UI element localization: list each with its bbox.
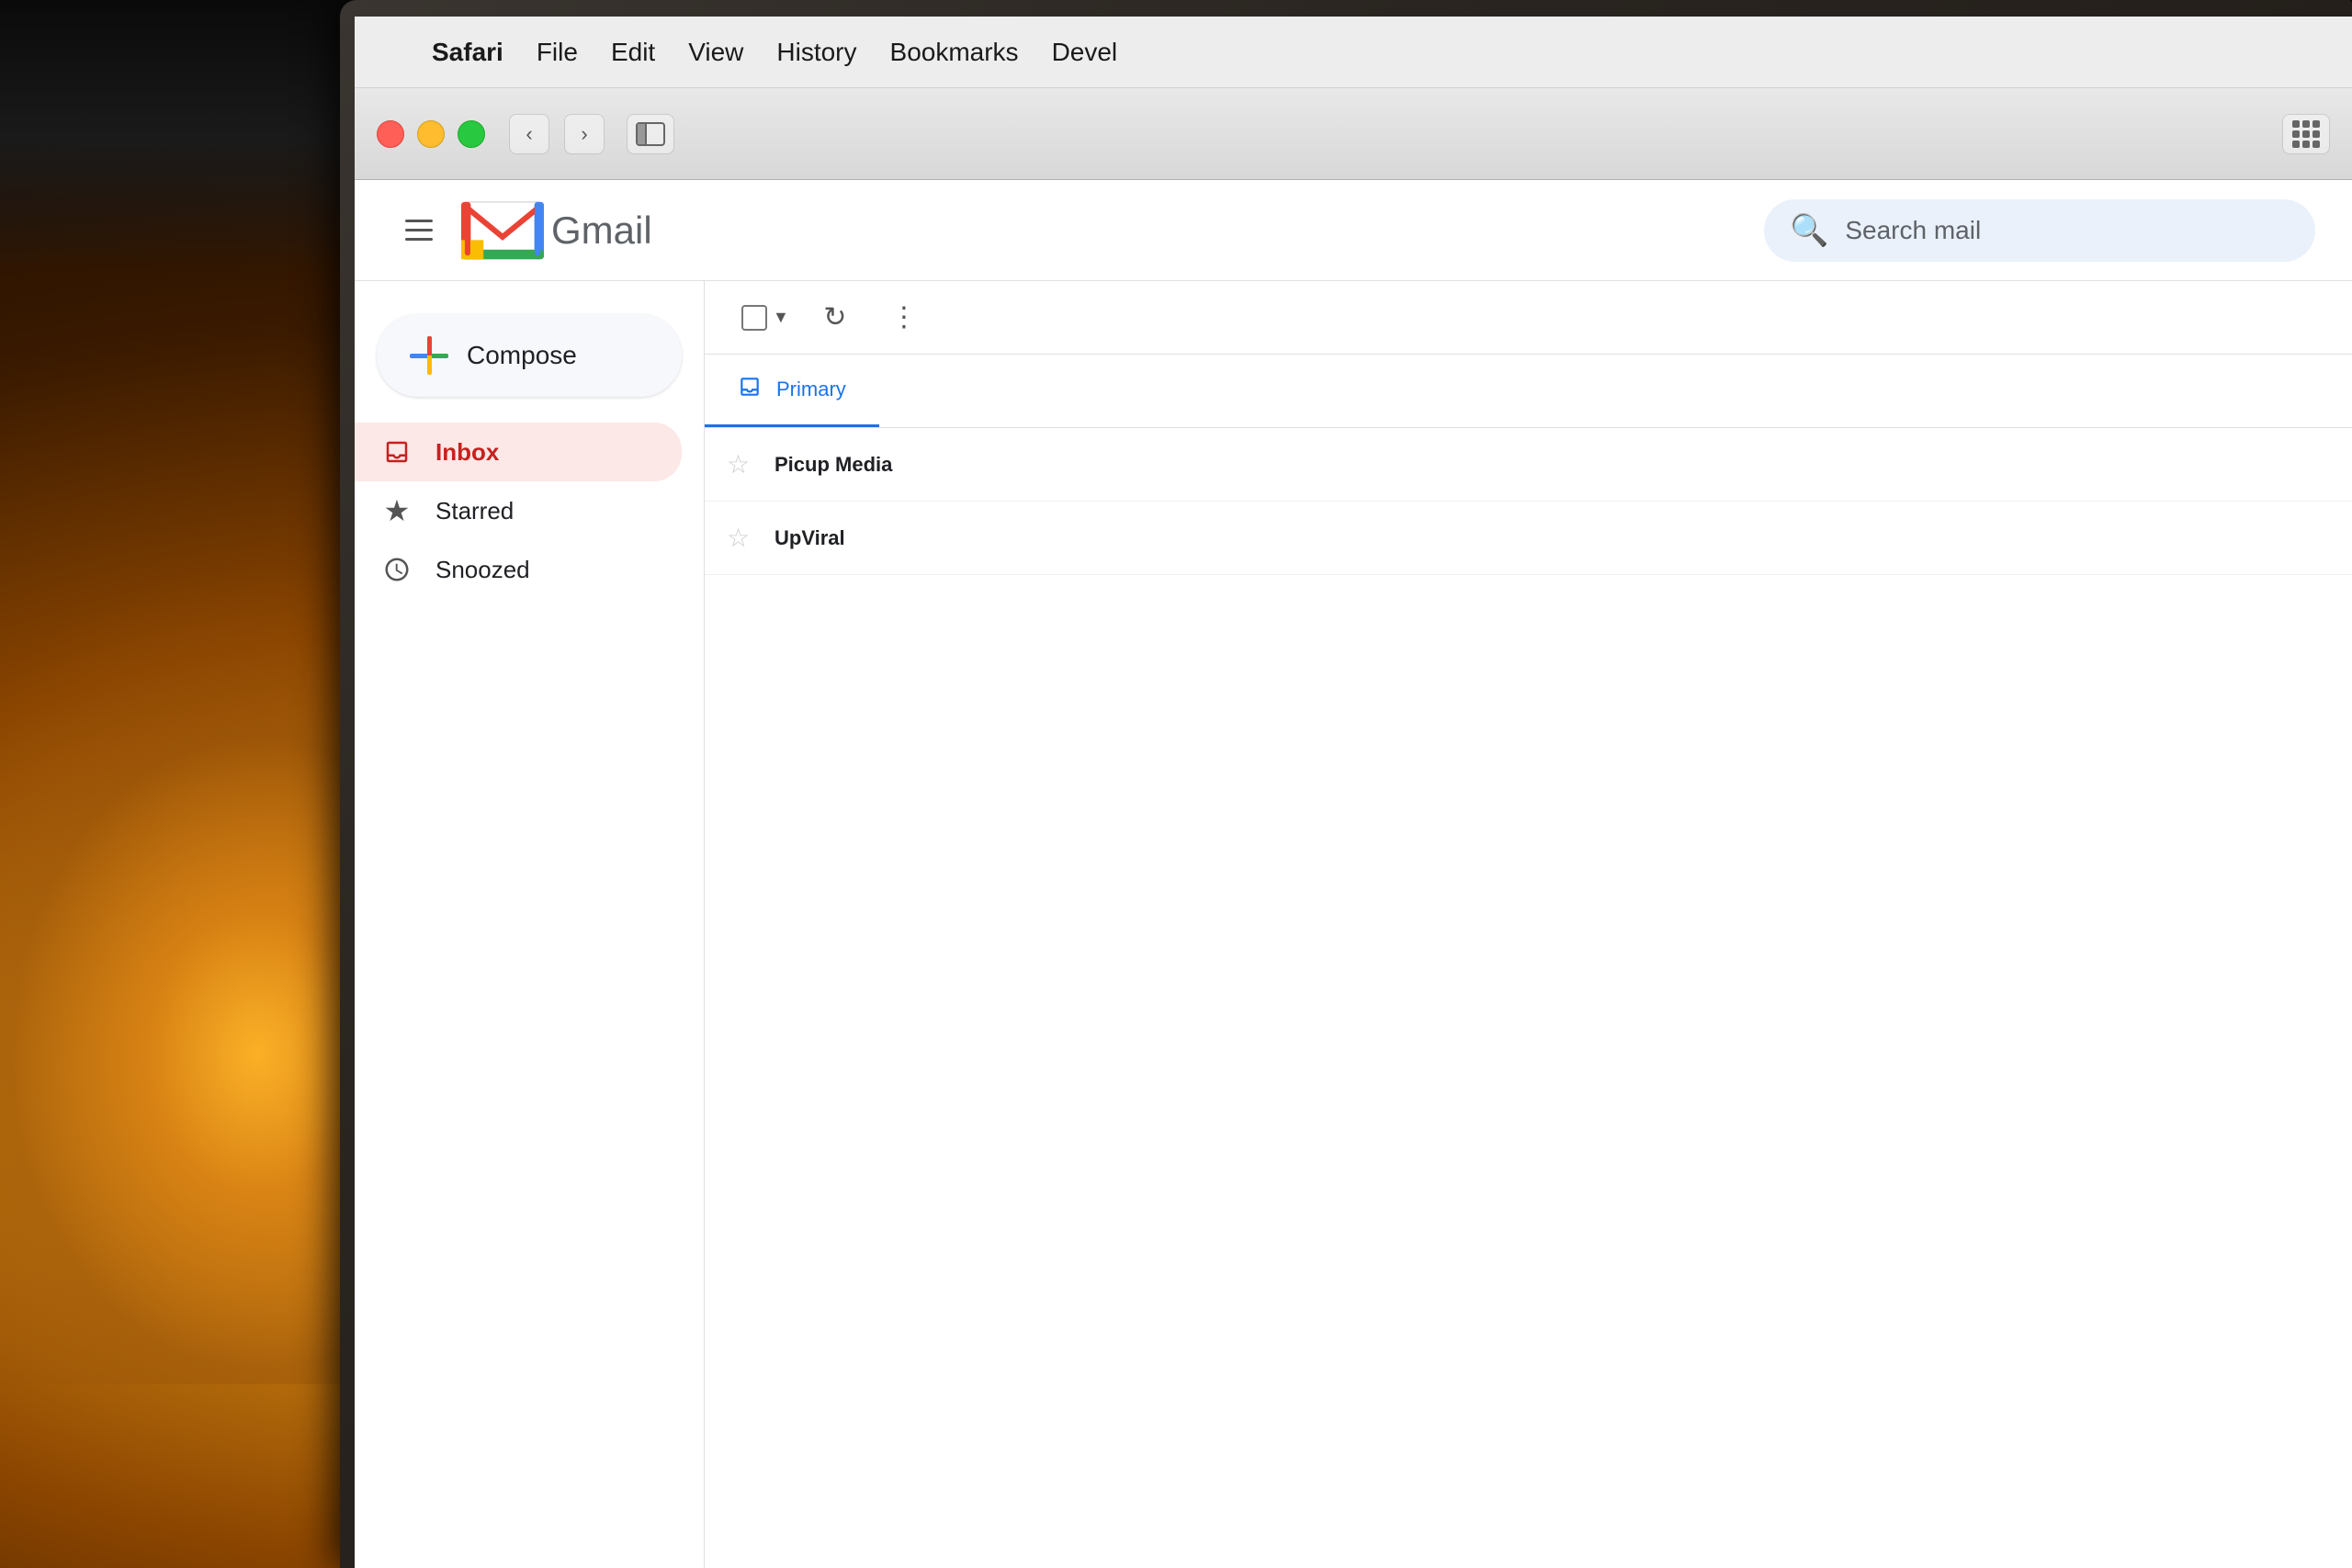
search-placeholder-text: Search mail	[1845, 216, 1981, 245]
traffic-lights	[377, 120, 485, 148]
menubar: Safari File Edit View History Bookmarks …	[355, 17, 2352, 88]
grid-icon	[2292, 120, 2320, 148]
hamburger-line	[405, 229, 433, 231]
menubar-file[interactable]: File	[520, 32, 594, 73]
inbox-icon	[380, 435, 413, 468]
menubar-bookmarks[interactable]: Bookmarks	[874, 32, 1035, 73]
compose-button[interactable]: Compose	[377, 314, 682, 397]
sidebar-toggle-button[interactable]	[627, 114, 674, 154]
gmail-brand-text: Gmail	[551, 209, 652, 253]
sidebar-item-inbox[interactable]: Inbox	[355, 423, 682, 481]
gmail-logo: Gmail	[461, 198, 652, 263]
gmail-tabs: Primary	[705, 355, 2352, 428]
primary-tab-icon	[738, 375, 762, 405]
hamburger-menu-button[interactable]	[391, 203, 447, 258]
more-icon: ⋮	[890, 301, 920, 333]
star-icon[interactable]: ☆	[727, 523, 760, 553]
sidebar-toggle-icon	[636, 122, 665, 146]
hamburger-line	[405, 238, 433, 241]
snoozed-icon	[380, 553, 413, 586]
sidebar-item-snoozed[interactable]: Snoozed	[355, 540, 682, 599]
back-button[interactable]: ‹	[509, 114, 549, 154]
close-window-button[interactable]	[377, 120, 404, 148]
select-dropdown-arrow[interactable]: ▼	[773, 308, 789, 327]
compose-plus-icon	[410, 336, 448, 375]
refresh-icon: ↻	[823, 301, 846, 333]
email-row[interactable]: ☆ UpViral	[705, 502, 2352, 575]
menubar-safari[interactable]: Safari	[415, 32, 520, 73]
inbox-label: Inbox	[435, 438, 499, 467]
star-icon[interactable]: ☆	[727, 449, 760, 479]
fullscreen-window-button[interactable]	[458, 120, 485, 148]
menubar-view[interactable]: View	[672, 32, 760, 73]
gmail-main-panel: ▼ ↻ ⋮ Primary	[704, 281, 2352, 1568]
gmail-app: Gmail 🔍 Search mail	[355, 180, 2352, 1568]
back-icon: ‹	[526, 122, 532, 146]
email-row[interactable]: ☆ Picup Media	[705, 428, 2352, 502]
starred-icon: ★	[380, 494, 413, 527]
tabs-overview-button[interactable]	[2282, 114, 2330, 154]
forward-button[interactable]: ›	[564, 114, 605, 154]
more-options-button[interactable]: ⋮	[881, 294, 929, 342]
browser-chrome: ‹ ›	[355, 88, 2352, 180]
tab-primary[interactable]: Primary	[705, 355, 879, 427]
select-all-checkbox-area[interactable]: ▼	[741, 305, 789, 331]
sidebar-item-starred[interactable]: ★ Starred	[355, 481, 682, 540]
forward-icon: ›	[581, 122, 587, 146]
menubar-edit[interactable]: Edit	[594, 32, 672, 73]
gmail-sidebar: Compose Inbox ★ Starred	[355, 281, 704, 1568]
gmail-toolbar: ▼ ↻ ⋮	[705, 281, 2352, 355]
gmail-m-icon	[461, 198, 544, 263]
snoozed-label: Snoozed	[435, 556, 530, 584]
minimize-window-button[interactable]	[417, 120, 445, 148]
screen: Safari File Edit View History Bookmarks …	[355, 17, 2352, 1568]
primary-tab-label: Primary	[776, 378, 846, 401]
refresh-button[interactable]: ↻	[811, 294, 859, 342]
email-sender: UpViral	[775, 526, 1032, 550]
search-bar[interactable]: 🔍 Search mail	[1764, 199, 2315, 262]
search-icon: 🔍	[1790, 212, 1828, 249]
gmail-header: Gmail 🔍 Search mail	[355, 180, 2352, 281]
starred-label: Starred	[435, 497, 514, 525]
compose-label: Compose	[467, 341, 577, 370]
menubar-devel[interactable]: Devel	[1035, 32, 1135, 73]
select-all-checkbox[interactable]	[741, 305, 767, 331]
hamburger-line	[405, 220, 433, 222]
email-sender: Picup Media	[775, 453, 1032, 477]
menubar-history[interactable]: History	[760, 32, 873, 73]
